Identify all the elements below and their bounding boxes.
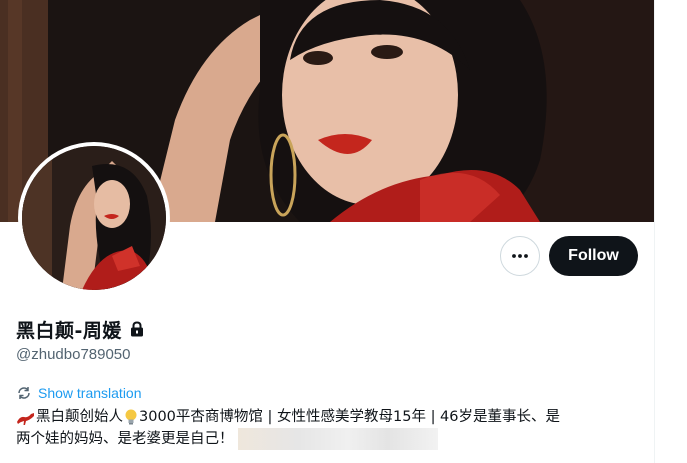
avatar-photo — [22, 146, 166, 290]
ellipsis-icon — [512, 254, 528, 258]
profile-page: Follow 黑白颠-周媛 @zhudbo789050 Show transla… — [0, 0, 687, 463]
lock-icon — [130, 321, 143, 337]
bio-line-2: 两个娃的妈妈、是老婆更是自己！ — [16, 428, 646, 450]
translate-icon — [18, 387, 30, 399]
bio-text-details: 3000平杏商博物馆 | 女性性感美学教母15年 | 46岁是董事长、是 — [139, 409, 561, 425]
name-row: 黑白颠-周媛 — [16, 316, 144, 342]
user-handle: @zhudbo789050 — [16, 346, 131, 363]
profile-avatar[interactable] — [18, 142, 170, 294]
bio-text-family: 两个娃的妈妈、是老婆更是自己！ — [16, 431, 234, 447]
column-divider — [654, 0, 655, 463]
bio-text-founder: 黑白颠创始人 — [36, 409, 123, 425]
avatar-image — [22, 146, 166, 290]
bio-line-1: 黑白颠创始人 3000平杏商博物馆 | 女性性感美学教母15年 | 46岁是董事… — [16, 406, 646, 428]
display-name: 黑白颠-周媛 — [16, 319, 122, 342]
high-heel-icon — [17, 413, 34, 425]
show-translation-link[interactable]: Show translation — [38, 385, 142, 401]
light-bulb-icon — [125, 409, 137, 425]
show-translation-row[interactable]: Show translation — [16, 383, 142, 403]
follow-button[interactable]: Follow — [549, 236, 638, 276]
redacted-blur — [237, 428, 438, 450]
profile-bio: 黑白颠创始人 3000平杏商博物馆 | 女性性感美学教母15年 | 46岁是董事… — [16, 406, 646, 450]
more-options-button[interactable] — [500, 236, 540, 276]
